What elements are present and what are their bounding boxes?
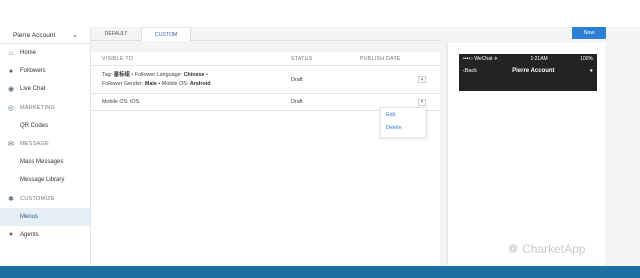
sidebar-item-label: MARKETING [20,104,56,111]
sidebar-item-message: ✉ MESSAGE [0,135,90,153]
sidebar-item-mass-messages[interactable]: Mass Messages [0,153,90,171]
targeting-line-2: Follower Gender: Male • Mobile OS: Andro… [102,80,291,89]
delete-menu-item[interactable]: Delete [381,121,426,134]
account-selector[interactable]: Pierre Account ⌄ [0,27,90,44]
sidebar-item-label: Message Library [20,177,65,184]
row-context-menu: Edit Delete [380,107,427,138]
edit-menu-item[interactable]: Edit [381,108,426,121]
envelope-icon: ✉ [7,141,15,149]
sidebar-item-label: QR Codes [20,122,49,129]
wechat-icon: ❁ [508,242,519,256]
account-name: Pierre Account [13,31,56,39]
watermark: ❁ CharketApp [508,240,628,258]
target-icon: ◎ [7,104,15,112]
new-button[interactable]: New [572,27,606,39]
phone-nav-bar: ‹Back Pierre Account ● [459,64,597,77]
table-row[interactable]: Tag: 星标组 • Follower Language: Chinese • … [91,66,440,94]
chat-icon: ◉ [7,86,15,94]
sidebar-item-label: Followers [20,68,46,75]
gender-value: Male [144,80,157,87]
app-window: Pierre Account ⌄ ⌂ Home ● Followers ◉ Live Ch… [0,27,640,267]
gear-icon: ✱ [7,195,15,203]
sidebar-item-message-library[interactable]: Message Library [0,171,90,189]
gender-label: Follower Gender: [102,80,145,87]
profile-icon[interactable]: ● [590,68,593,74]
home-icon: ⌂ [8,49,14,57]
status-cell: Draft [291,99,303,105]
sidebar-nav: ⌂ Home ● Followers ◉ Live Chat ◎ MARKETING QR Co… [0,44,90,244]
sidebar-item-home[interactable]: ⌂ Home [0,44,90,62]
sidebar-item-label: CUSTOMIZE [20,195,55,202]
sidebar-item-customize: ✱ CUSTOMIZE [0,190,90,208]
header-visible-to: VISIBLE TO [102,55,134,62]
status-cell: Draft [291,76,303,83]
targeting-line-1: Tag: 星标组 • Follower Language: Chinese • [102,71,291,80]
sidebar-item-label: Mass Messages [20,159,64,166]
sidebar-item-agents[interactable]: ● Agents [0,226,90,244]
battery-text: 100% [580,56,593,62]
sidebar-item-label: Menus [20,213,39,220]
language-value: Chinese [183,71,205,78]
os-label: • Mobile OS: [156,80,190,87]
os-value: Android [189,80,211,87]
carrier-text: ••••○ WeChat ✈ [463,56,498,62]
phone-screen: ••••○ WeChat ✈ 1:21AM 100% ‹Back Pierre … [459,54,597,91]
menus-table: VISIBLE TO STATUS PUBLISH DATE Tag: 星标组 … [91,52,440,111]
clock-text: 1:21AM [530,56,548,62]
sidebar-item-menus[interactable]: Menus [0,207,90,226]
sidebar-item-qr-codes[interactable]: QR Codes [0,117,90,135]
tab-default[interactable]: DEFAULT [91,27,141,41]
table-header: VISIBLE TO STATUS PUBLISH DATE [91,52,440,66]
sidebar-item-label: Live Chat [20,86,46,93]
sidebar-item-label: Agents [20,231,39,238]
main-content: DEFAULT CUSTOM VISIBLE TO STATUS PUBLISH … [91,27,441,267]
watermark-text: CharketApp [522,242,586,256]
tab-bar: DEFAULT CUSTOM [91,27,441,41]
tag-label: Tag: [102,71,114,78]
sidebar-item-marketing: ◎ MARKETING [0,99,90,117]
row-actions-dropdown[interactable]: ▾ [418,76,426,83]
user-icon: ● [8,67,14,75]
tag-value: 星标组 [113,71,130,78]
separator: • [204,71,208,78]
phone-preview: ••••○ WeChat ✈ 1:21AM 100% ‹Back Pierre … [447,43,605,267]
sidebar-item-live-chat[interactable]: ◉ Live Chat [0,80,90,98]
bottom-bar [0,266,640,278]
visible-to-cell: Tag: 星标组 • Follower Language: Chinese • … [91,71,291,89]
sidebar: Pierre Account ⌄ ⌂ Home ● Followers ◉ Live Ch… [0,27,91,266]
phone-title: Pierre Account [512,67,555,74]
language-label: • Follower Language: [129,71,184,78]
chevron-down-icon: ▾ [420,99,424,105]
row-actions-dropdown[interactable]: ▾ [418,98,426,106]
sidebar-item-followers[interactable]: ● Followers [0,62,90,80]
back-button[interactable]: ‹Back [463,68,477,74]
agents-icon: ● [8,231,14,239]
header-status: STATUS [291,55,313,62]
phone-status-bar: ••••○ WeChat ✈ 1:21AM 100% [459,54,597,64]
chevron-down-icon: ▾ [420,76,424,83]
header-publish-date: PUBLISH DATE [360,55,401,62]
sidebar-item-label: Home [20,50,37,57]
chevron-down-icon: ⌄ [72,32,78,39]
top-strip [0,0,640,27]
sidebar-item-label: MESSAGE [20,141,50,148]
tab-custom[interactable]: CUSTOM [141,27,191,41]
visible-to-cell: Mobile OS: iOS [102,99,140,105]
